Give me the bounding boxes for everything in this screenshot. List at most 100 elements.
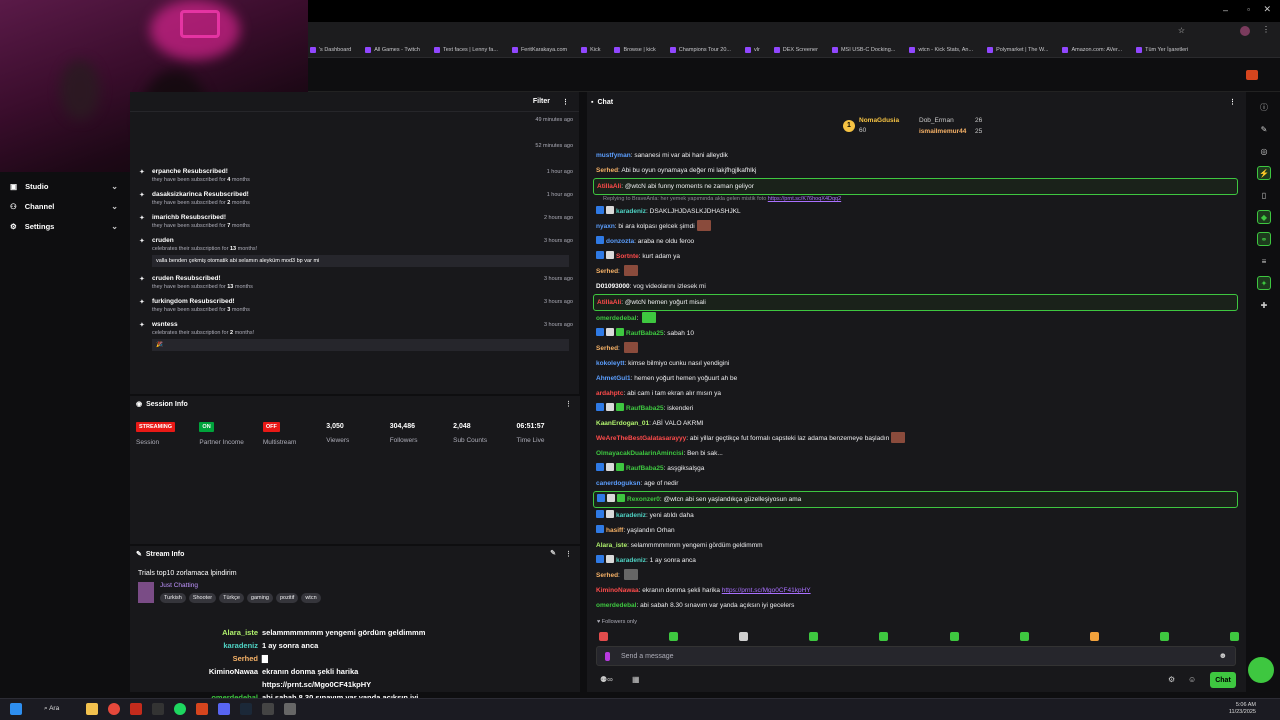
puzzle-icon[interactable]: ✚ <box>1257 298 1271 312</box>
bookmark-item[interactable]: DEX Screener <box>773 46 818 53</box>
chat-message[interactable]: omerdedebal: <box>587 311 1246 326</box>
maximize-icon[interactable]: ▫ <box>1247 5 1250 14</box>
chat-message[interactable]: Alara_iste: selammmmmmm yengemi gördüm g… <box>587 538 1246 553</box>
chat-input[interactable]: Send a message ☻ <box>596 646 1236 666</box>
chat-username[interactable]: Serhed <box>596 572 618 579</box>
discord-icon[interactable] <box>218 703 230 715</box>
chat-username[interactable]: karadeniz <box>616 512 646 519</box>
chat-link[interactable]: https://prnt.sc/Mgo0CF41kpHY <box>722 587 811 594</box>
chat-username[interactable]: Rexonzer0 <box>627 496 660 503</box>
stream-tag[interactable]: pozitif <box>275 593 299 603</box>
chat-message-highlighted[interactable]: AtillaAli: @wtcN hemen yoğurt misali <box>593 294 1238 311</box>
chat-message[interactable]: omerdedebal: abi sabah 8.30 sınavım var … <box>587 598 1246 613</box>
profile-avatar[interactable] <box>1240 26 1250 36</box>
bookmark-item[interactable]: Champions Tour 20... <box>669 46 731 53</box>
chat-message[interactable]: RaufBaba25: iskenderi <box>587 401 1246 416</box>
chat-username[interactable]: RaufBaba25 <box>626 405 664 412</box>
nav-channel[interactable]: ⚇ Channel ⌄ <box>0 196 128 216</box>
chevron-down-icon[interactable]: ⌄ <box>111 182 118 191</box>
chat-username[interactable]: Sortnte <box>616 253 639 260</box>
chat-username[interactable]: WeAreTheBestGalatasarayyy <box>596 435 686 442</box>
chat-username[interactable]: omerdedebal <box>596 602 636 609</box>
app-icon[interactable] <box>262 703 274 715</box>
chat-username[interactable]: OlmayacakDualarinAmincisi <box>596 450 683 457</box>
chat-username[interactable]: AhmetGul1 <box>596 375 631 382</box>
people-icon[interactable]: ☺ <box>1188 675 1196 684</box>
list-icon[interactable]: ≡ <box>1257 254 1271 268</box>
chat-username[interactable]: RaufBaba25 <box>626 330 664 337</box>
bookmark-item[interactable]: Text faces | Lenny fa... <box>434 46 498 53</box>
filter-button[interactable]: Filter <box>533 98 550 105</box>
chat-username[interactable]: karadeniz <box>616 208 646 215</box>
chat-bubble-icon[interactable]: ◆ <box>1257 210 1271 224</box>
quick-emote-icon[interactable] <box>599 632 608 641</box>
chat-username[interactable]: hasiff <box>606 527 623 534</box>
target-icon[interactable]: ◎ <box>1257 144 1271 158</box>
close-icon[interactable]: ✕ <box>1263 4 1271 15</box>
chat-message[interactable]: RaufBaba25: sabah 10 <box>587 326 1246 341</box>
quick-emote-icon[interactable] <box>739 632 749 641</box>
more-options-icon[interactable]: ⋮ <box>562 98 569 106</box>
stream-tag[interactable]: Turkish <box>160 593 186 603</box>
chat-message-highlighted[interactable]: Rexonzer0: @wtcn abi sen yaşlandıkça güz… <box>593 491 1238 508</box>
chat-message[interactable]: hasiff: yaşlandın Orhan <box>587 523 1246 538</box>
chat-username[interactable]: Serhed <box>596 345 618 352</box>
taskbar-search[interactable]: ⌕ Ara <box>44 705 59 713</box>
chevron-down-icon[interactable]: ⌄ <box>111 202 118 211</box>
quick-emote-icon[interactable] <box>1229 632 1239 641</box>
chat-message[interactable]: nyaxn: bi ara kolpası gelcek şimdi <box>587 219 1246 234</box>
chat-username[interactable]: RaufBaba25 <box>626 465 664 472</box>
chat-bot-icon[interactable] <box>1248 657 1274 683</box>
quick-emote-icon[interactable] <box>1089 632 1099 641</box>
category-link[interactable]: Just Chatting <box>160 582 324 589</box>
chat-username[interactable]: Alara_iste <box>596 542 627 549</box>
chat-message[interactable]: D01093000: vog videolarını izlesek mi <box>587 279 1246 294</box>
bolt-icon[interactable]: ⚡ <box>1257 166 1271 180</box>
quick-emote-icon[interactable] <box>949 632 959 641</box>
chat-username[interactable]: KaanErdogan_01 <box>596 420 649 427</box>
chat-username[interactable]: kokoleytt <box>596 360 625 367</box>
chat-message[interactable]: AhmetGul1: hemen yoğurt hemen yoğuurt ah… <box>587 371 1246 386</box>
store-icon[interactable]: ▦ <box>632 675 640 684</box>
chat-username[interactable]: D01093000 <box>596 283 630 290</box>
bookmark-item[interactable]: Tüm Yer İşaretleri <box>1136 46 1188 53</box>
app-icon[interactable] <box>196 703 208 715</box>
microphone-icon[interactable] <box>605 652 610 661</box>
chat-message[interactable]: OlmayacakDualarinAmincisi: Ben bi sak... <box>587 446 1246 461</box>
phone-icon[interactable]: ▯ <box>1257 188 1271 202</box>
chat-username[interactable]: karadeniz <box>616 557 646 564</box>
link-icon[interactable]: ⚭ <box>1257 232 1271 246</box>
chat-message[interactable]: ardahptc: abi cam i tam ekran alır mısın… <box>587 386 1246 401</box>
emoji-icon[interactable]: ☻ <box>1219 651 1227 660</box>
chrome-icon[interactable] <box>108 703 120 715</box>
pencil-icon[interactable]: ✎ <box>1257 122 1271 136</box>
bookmark-item[interactable]: Browse | kick <box>614 46 656 53</box>
more-options-icon[interactable]: ⋮ <box>1229 98 1236 106</box>
stream-tag[interactable]: Türkçe <box>219 593 244 603</box>
settings-gear-icon[interactable]: ⚙ <box>1168 675 1175 684</box>
chat-message-highlighted[interactable]: AtillaAli: @wtcN abi funny moments ne za… <box>593 178 1238 195</box>
channel-points-icon[interactable]: ⚉∞ <box>600 675 613 684</box>
kick-logo-icon[interactable] <box>1246 70 1258 80</box>
bookmark-item[interactable]: wtcn - Kick Stats, An... <box>909 46 973 53</box>
edit-icon[interactable]: ✎ <box>550 549 556 557</box>
bookmark-item[interactable]: MSI USB-C Docking... <box>831 46 895 53</box>
quick-emote-icon[interactable] <box>669 632 679 641</box>
chat-message[interactable]: mustfyman: sananesi mi var abi hani alle… <box>587 148 1246 163</box>
chat-username[interactable]: omerdedebal <box>596 315 636 322</box>
stream-tag[interactable]: wtcn <box>301 593 321 603</box>
bookmark-item[interactable]: All Games - Twitch <box>365 46 420 53</box>
chat-username[interactable]: AtillaAli <box>597 299 621 306</box>
nav-studio[interactable]: ▣ Studio ⌄ <box>0 176 128 196</box>
chat-message[interactable]: WeAreTheBestGalatasarayyy: abi yillar ge… <box>587 431 1246 446</box>
bookmark-item[interactable]: FeritKarakaya.com <box>511 46 567 53</box>
chevron-down-icon[interactable]: ⌄ <box>111 222 118 231</box>
quick-emote-icon[interactable] <box>1159 632 1169 641</box>
chat-message[interactable]: Serhed: <box>587 341 1246 356</box>
chat-message[interactable]: karadeniz: DSAKLJHJDASLKJDHASHJKL <box>587 204 1246 219</box>
file-explorer-icon[interactable] <box>86 703 98 715</box>
app-icon[interactable] <box>284 703 296 715</box>
windows-start-icon[interactable] <box>10 703 22 715</box>
info-icon[interactable]: ⓘ <box>1257 100 1271 114</box>
bookmark-item[interactable]: Kick <box>581 46 600 53</box>
